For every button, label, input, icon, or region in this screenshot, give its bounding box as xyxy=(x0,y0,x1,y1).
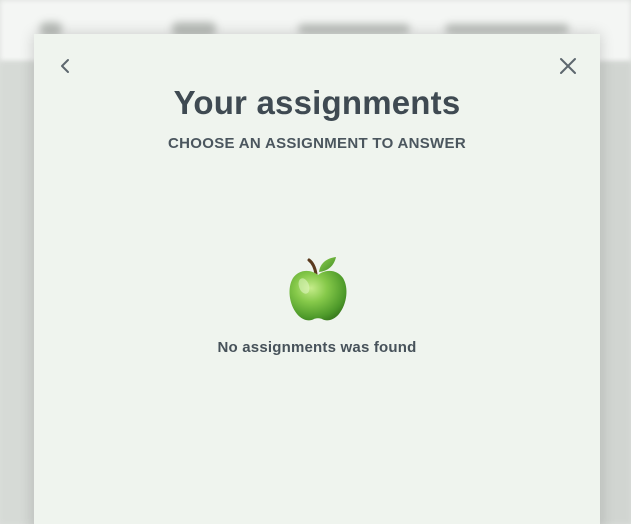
green-apple-icon xyxy=(289,257,347,321)
empty-state-message: No assignments was found xyxy=(217,339,417,356)
page-title: Your assignments xyxy=(173,84,461,121)
assignments-modal: Your assignments CHOOSE AN ASSIGNMENT TO… xyxy=(34,34,600,524)
background-nav-shape xyxy=(298,24,410,34)
chevron-left-icon xyxy=(61,59,69,73)
back-button[interactable] xyxy=(54,54,78,78)
background-nav-shape-2 xyxy=(445,24,569,34)
background-right-area xyxy=(600,62,631,524)
close-button[interactable] xyxy=(556,54,580,78)
background-left-area xyxy=(0,62,34,524)
page-subtitle: CHOOSE AN ASSIGNMENT TO ANSWER xyxy=(168,135,466,152)
close-icon xyxy=(560,58,576,74)
